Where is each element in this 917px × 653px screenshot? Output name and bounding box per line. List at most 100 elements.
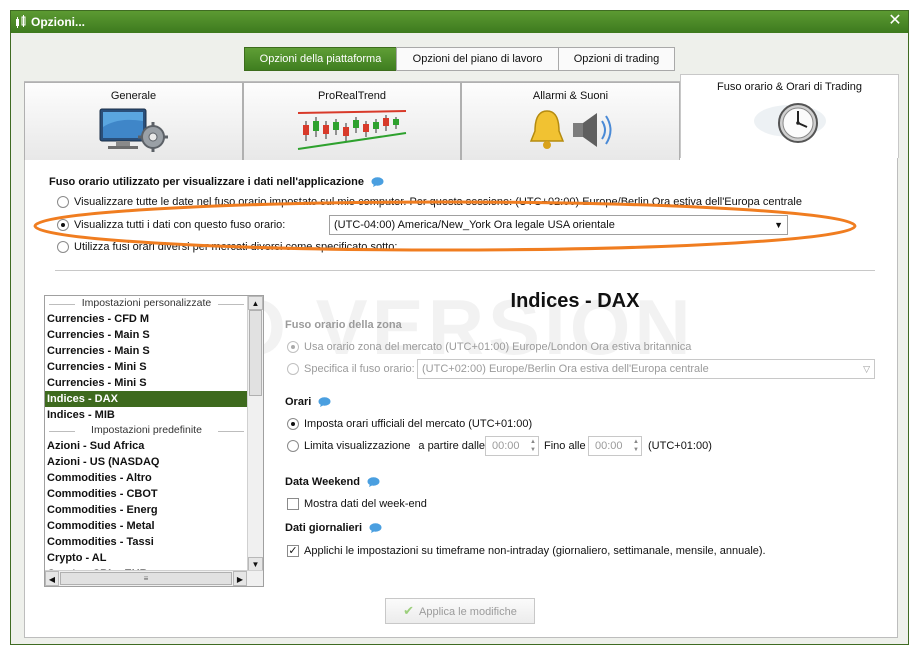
daily-checkbox-row[interactable]: ✓ Applichi le impostazioni su timeframe …	[287, 545, 766, 557]
market-list[interactable]: Impostazioni personalizzate Currencies -…	[44, 295, 264, 587]
scroll-left-icon[interactable]: ◀	[45, 571, 59, 586]
tab-trading-options[interactable]: Opzioni di trading	[558, 47, 675, 71]
radio-specify-zone[interactable]: Specifica il fuso orario:	[287, 363, 415, 375]
radio-use-market-zone-label: Usa orario zona del mercato (UTC+01:00) …	[304, 341, 692, 353]
help-bubble-icon[interactable]	[371, 177, 384, 188]
scroll-down-icon[interactable]: ▼	[248, 557, 263, 571]
list-item[interactable]: Currencies - Mini S	[45, 359, 248, 375]
hours-section-title-text: Orari	[285, 396, 312, 408]
list-item[interactable]: Crypto - AL	[45, 550, 248, 566]
scroll-thumb-horizontal[interactable]: ≡	[60, 572, 232, 585]
list-item[interactable]: Indices - MIB	[45, 407, 248, 423]
title-bar[interactable]: Opzioni... ✕	[11, 11, 908, 33]
list-item[interactable]: Commodities - CBOT	[45, 486, 248, 502]
radio-per-market-timezone-button[interactable]	[57, 241, 69, 253]
tab-timezone-trading-hours[interactable]: Fuso orario & Orari di Trading	[680, 74, 899, 158]
to-time-stepper[interactable]: 00:00 ▲ ▼	[588, 436, 642, 456]
daily-section-title-text: Dati giornalieri	[285, 522, 363, 534]
list-vertical-scrollbar[interactable]: ▲ ▼	[247, 296, 263, 571]
daily-checkbox-label: Applichi le impostazioni su timeframe no…	[304, 545, 766, 557]
daily-checkbox[interactable]: ✓	[287, 545, 299, 557]
list-horizontal-scrollbar[interactable]: ◀ ≡ ▶	[45, 570, 263, 586]
app-icon	[16, 15, 26, 28]
market-list-items: Impostazioni personalizzate Currencies -…	[45, 296, 248, 582]
tab-prorealtrend-label: ProRealTrend	[317, 90, 387, 102]
checkmark-icon: ✔	[403, 603, 415, 618]
section-divider	[55, 270, 875, 271]
radio-limit-display-button[interactable]	[287, 440, 299, 452]
list-item[interactable]: Currencies - Main S	[45, 343, 248, 359]
global-timezone-select-value: (UTC-04:00) America/New_York Ora legale …	[334, 219, 615, 231]
to-label-row: Fino alle	[544, 440, 586, 452]
list-item[interactable]: Currencies - Main S	[45, 327, 248, 343]
radio-per-market-timezone-label: Utilizza fusi orari diversi per mercati …	[74, 241, 398, 253]
limit-tz-suffix: (UTC+01:00)	[648, 440, 712, 452]
tab-timezone-label: Fuso orario & Orari di Trading	[717, 81, 862, 93]
radio-official-hours[interactable]: Imposta orari ufficiali del mercato (UTC…	[287, 418, 532, 430]
list-item[interactable]: Currencies - CFD M	[45, 311, 248, 327]
tab-platform-options[interactable]: Opzioni della piattaforma	[244, 47, 397, 71]
list-item[interactable]: Commodities - Tassi	[45, 534, 248, 550]
global-timezone-select[interactable]: (UTC-04:00) America/New_York Ora legale …	[329, 215, 788, 235]
help-bubble-icon[interactable]	[367, 477, 380, 488]
help-bubble-icon[interactable]	[369, 523, 382, 534]
from-label: a partire dalle	[418, 440, 486, 452]
hours-section-title: Orari	[285, 396, 331, 408]
radio-official-hours-label: Imposta orari ufficiali del mercato (UTC…	[304, 418, 533, 430]
weekend-checkbox-row[interactable]: Mostra dati del week-end	[287, 498, 427, 510]
list-item[interactable]: Commodities - Altro	[45, 470, 248, 486]
list-item[interactable]: Azioni - US (NASDAQ	[45, 454, 248, 470]
radio-per-market-timezone[interactable]: Utilizza fusi orari diversi per mercati …	[57, 241, 397, 253]
radio-limit-display-label: Limita visualizzazione	[304, 440, 411, 452]
tab-workspace-options[interactable]: Opzioni del piano di lavoro	[396, 47, 559, 71]
trend-chart-icon	[297, 110, 407, 150]
list-item-selected[interactable]: Indices - DAX	[45, 391, 248, 407]
tab-alarms-sounds[interactable]: Allarmi & Suoni	[461, 82, 680, 160]
tab-general[interactable]: Generale	[24, 82, 243, 160]
help-bubble-icon[interactable]	[318, 397, 331, 408]
weekend-checkbox-label: Mostra dati del week-end	[304, 498, 427, 510]
list-item[interactable]: Azioni - Sud Africa	[45, 438, 248, 454]
weekend-checkbox[interactable]	[287, 498, 299, 510]
to-label: Fino alle	[544, 440, 586, 452]
radio-computer-timezone-label: Visualizzare tutte le date nel fuso orar…	[74, 196, 802, 208]
list-group-header: Impostazioni predefinite	[45, 424, 248, 438]
radio-computer-timezone-button[interactable]	[57, 196, 69, 208]
radio-this-timezone-button[interactable]	[57, 219, 69, 231]
close-icon[interactable]: ✕	[886, 12, 904, 30]
radio-specify-zone-button[interactable]	[287, 363, 299, 375]
radio-official-hours-button[interactable]	[287, 418, 299, 430]
radio-limit-display[interactable]: Limita visualizzazione a partire dalle	[287, 440, 485, 452]
list-item[interactable]: Currencies - Mini S	[45, 375, 248, 391]
weekend-section-title: Data Weekend	[285, 476, 380, 488]
radio-use-market-zone-button[interactable]	[287, 341, 299, 353]
apply-changes-label: Applica le modifiche	[419, 606, 517, 618]
tab-general-label: Generale	[110, 90, 157, 102]
stepper-arrows-icon[interactable]: ▲ ▼	[633, 438, 639, 454]
scroll-up-icon[interactable]: ▲	[248, 296, 263, 310]
list-item[interactable]: Commodities - Energ	[45, 502, 248, 518]
radio-this-timezone[interactable]: Visualizza tutti i dati con questo fuso …	[57, 219, 285, 231]
chevron-down-icon: ▽	[863, 364, 870, 374]
list-item[interactable]: Commodities - Metal	[45, 518, 248, 534]
radio-computer-timezone[interactable]: Visualizzare tutte le date nel fuso orar…	[57, 196, 802, 208]
monitor-gear-icon	[99, 108, 168, 152]
chevron-down-icon: ▼	[774, 220, 783, 230]
market-timezone-select-value: (UTC+02:00) Europe/Berlin Ora estiva del…	[422, 363, 709, 375]
tab-alarms-label: Allarmi & Suoni	[532, 90, 609, 102]
from-time-value: 00:00	[492, 440, 520, 452]
radio-specify-zone-label: Specifica il fuso orario:	[304, 363, 415, 375]
bell-speaker-icon	[529, 110, 611, 149]
tab-prorealtrend[interactable]: ProRealTrend	[243, 82, 461, 160]
from-time-stepper[interactable]: 00:00 ▲ ▼	[485, 436, 539, 456]
top-tab-bar: Opzioni della piattaforma Opzioni del pi…	[244, 47, 675, 71]
apply-changes-button[interactable]: ✔ Applica le modifiche	[385, 598, 535, 624]
stepper-arrows-icon[interactable]: ▲ ▼	[530, 438, 536, 454]
timezone-section-title: Fuso orario utilizzato per visualizzare …	[49, 176, 384, 188]
scroll-thumb[interactable]	[249, 310, 262, 396]
scroll-right-icon[interactable]: ▶	[233, 571, 247, 586]
timezone-section-title-text: Fuso orario utilizzato per visualizzare …	[49, 176, 364, 188]
market-timezone-select[interactable]: (UTC+02:00) Europe/Berlin Ora estiva del…	[417, 359, 875, 379]
radio-this-timezone-label: Visualizza tutti i dati con questo fuso …	[74, 219, 286, 231]
radio-use-market-zone[interactable]: Usa orario zona del mercato (UTC+01:00) …	[287, 341, 691, 353]
